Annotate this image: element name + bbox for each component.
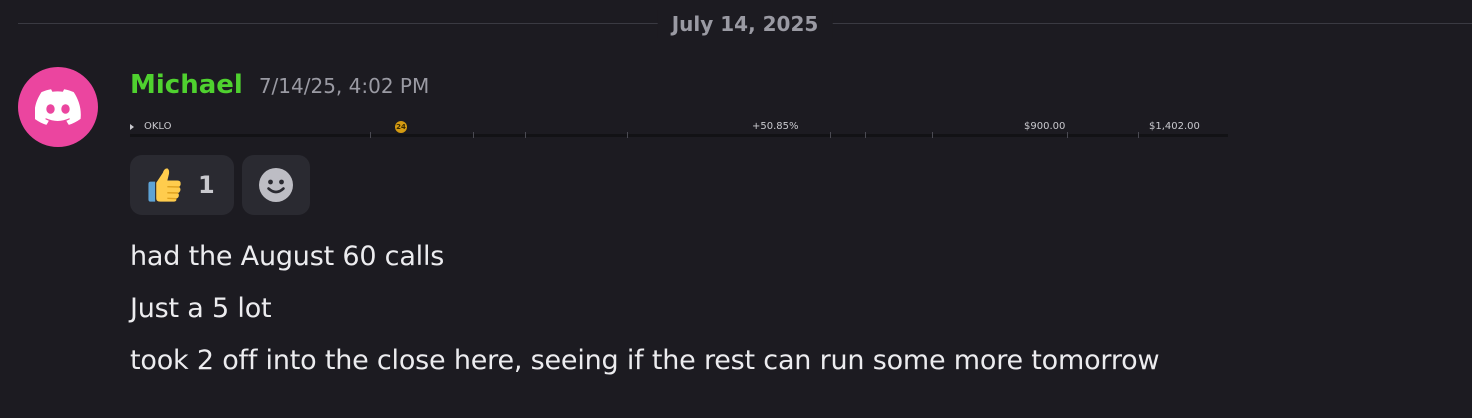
- ticker-badge: 24: [395, 121, 407, 133]
- thumbs-up-icon: [148, 168, 181, 202]
- username[interactable]: Michael: [130, 67, 243, 103]
- add-reaction-button[interactable]: [242, 155, 310, 215]
- ticker-separator: [932, 132, 933, 138]
- message-body: had the August 60 calls Just a 5 lot too…: [130, 231, 1160, 387]
- reaction-count: 1: [198, 171, 215, 199]
- ticker-separator: [627, 132, 628, 138]
- discord-logo-icon: [35, 89, 81, 125]
- ticker-separator: [1138, 132, 1139, 138]
- reaction-thumbs-up[interactable]: 1: [130, 155, 234, 215]
- ticker-separator: [1067, 132, 1068, 138]
- date-divider: July 14, 2025: [18, 10, 1472, 38]
- ticker-separator: [830, 132, 831, 138]
- ticker-value-1: $900.00: [1024, 121, 1066, 132]
- ticker-strip: OKLO 24 +50.85% $900.00 $1,402.00: [130, 118, 1228, 138]
- ticker-value-2: $1,402.00: [1149, 121, 1200, 132]
- ticker-separator: [473, 132, 474, 138]
- ticker-baseline: [130, 134, 1228, 137]
- ticker-symbol: OKLO: [144, 121, 172, 132]
- message-line: had the August 60 calls: [130, 241, 445, 272]
- date-divider-label: July 14, 2025: [657, 10, 833, 38]
- ticker-separator: [525, 132, 526, 138]
- ticker-change: +50.85%: [752, 121, 799, 132]
- message-timestamp[interactable]: 7/14/25, 4:02 PM: [259, 68, 429, 104]
- ticker-separator: [370, 132, 371, 138]
- avatar[interactable]: [18, 67, 98, 147]
- reactions-bar: 1: [130, 155, 310, 215]
- message-header: Michael 7/14/25, 4:02 PM: [130, 67, 429, 107]
- smiley-face-icon: [259, 168, 293, 202]
- play-arrow-icon: [130, 124, 134, 130]
- message-line: took 2 off into the close here, seeing i…: [130, 345, 1160, 376]
- message-line: Just a 5 lot: [130, 293, 272, 324]
- ticker-separator: [865, 132, 866, 138]
